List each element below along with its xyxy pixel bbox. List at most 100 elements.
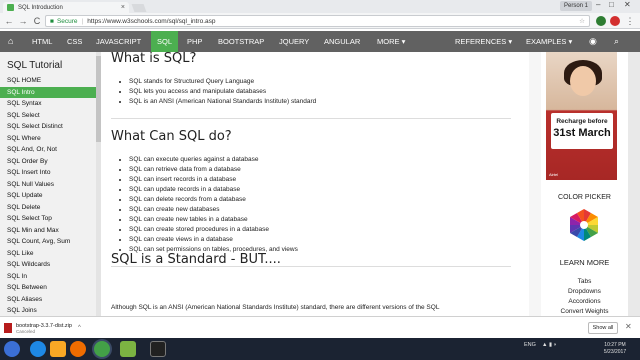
list-item: SQL can create new databases — [129, 205, 298, 215]
home-icon[interactable]: ⌂ — [2, 31, 19, 52]
sidebar-item[interactable]: SQL Select Distinct — [0, 121, 96, 133]
cmd-icon[interactable] — [150, 341, 166, 357]
close-shelf-icon[interactable]: ✕ — [625, 322, 632, 331]
forward-icon[interactable]: → — [17, 15, 29, 27]
show-all-button[interactable]: Show all — [588, 322, 618, 334]
nav-jquery[interactable]: JQUERY — [273, 31, 315, 52]
sidebar-item[interactable]: SQL Update — [0, 190, 96, 202]
file-explorer-icon[interactable] — [50, 341, 66, 357]
download-status: Canceled — [16, 328, 36, 334]
nav-sql[interactable]: SQL — [151, 31, 179, 52]
sidebar-item[interactable]: SQL Count, Avg, Sum — [0, 236, 96, 248]
download-item[interactable]: bootstrap-3.3.7-dist.zip Canceled ^ — [4, 319, 104, 337]
language-indicator[interactable]: ENG — [524, 342, 536, 348]
browser-tab[interactable]: SQL Introduction × — [3, 2, 129, 13]
clock[interactable]: 10:27 PM 5/23/2017 — [598, 342, 632, 356]
back-icon[interactable]: ← — [3, 15, 15, 27]
sidebar-item[interactable]: SQL Null Values — [0, 179, 96, 191]
top-navigation: ⌂ HTML CSS JAVASCRIPT SQL PHP BOOTSTRAP … — [0, 31, 640, 52]
sidebar-item[interactable]: SQL In — [0, 271, 96, 283]
browser-toolbar: ← → C ■ Secure | https://www.w3schools.c… — [0, 13, 640, 29]
sidebar-item[interactable]: SQL HOME — [0, 75, 96, 87]
globe-icon[interactable]: ◉ — [583, 31, 603, 52]
opera-extension-icon[interactable] — [610, 16, 620, 26]
w3schools-favicon-icon — [7, 4, 14, 11]
sidebar-item[interactable]: SQL Syntax — [0, 98, 96, 110]
list-item: SQL can execute queries against a databa… — [129, 155, 298, 165]
sidebar-item-active[interactable]: SQL Intro — [0, 86, 96, 98]
maximize-icon[interactable]: □ — [609, 0, 614, 9]
list-item: SQL lets you access and manipulate datab… — [129, 87, 316, 97]
tab-title: SQL Introduction — [18, 4, 63, 11]
tray-icons[interactable]: ▲ ▮ ◗ — [542, 342, 557, 348]
page-scrollbar[interactable] — [628, 52, 640, 316]
heading-what-can-sql-do: What Can SQL do? — [111, 129, 232, 144]
nav-angular[interactable]: ANGULAR — [318, 31, 366, 52]
nav-more[interactable]: MORE ▾ — [371, 31, 411, 52]
color-picker-icon[interactable] — [566, 207, 602, 243]
extension-icon[interactable] — [596, 16, 606, 26]
list-item: SQL can retrieve data from a database — [129, 165, 298, 175]
sidebar-item[interactable]: SQL Min and Max — [0, 225, 96, 237]
advertisement[interactable]: Recharge before 31st March Airtel — [546, 52, 617, 180]
clock-date: 5/23/2017 — [603, 349, 627, 355]
chevron-up-icon[interactable]: ^ — [78, 325, 81, 331]
taskbar: ENG ▲ ▮ ◗ 10:27 PM 5/23/2017 — [0, 338, 640, 360]
sidebar-item[interactable]: SQL Wildcards — [0, 259, 96, 271]
nav-php[interactable]: PHP — [181, 31, 208, 52]
nav-html[interactable]: HTML — [26, 31, 58, 52]
url-text[interactable]: https://www.w3schools.com/sql/sql_intro.… — [87, 18, 579, 25]
search-icon[interactable]: ⌕ — [608, 31, 625, 52]
list-item: SQL can create new tables in a database — [129, 215, 298, 225]
menu-icon[interactable]: ⋮ — [624, 15, 636, 27]
nav-examples[interactable]: EXAMPLES ▾ — [520, 31, 578, 52]
sidebar: SQL Tutorial SQL HOME SQL Intro SQL Synt… — [0, 52, 96, 316]
sidebar-item[interactable]: SQL Select Top — [0, 213, 96, 225]
learn-more-heading: LEARN MORE — [559, 258, 610, 267]
nav-references[interactable]: REFERENCES ▾ — [449, 31, 518, 52]
sidebar-item[interactable]: SQL Aliases — [0, 294, 96, 306]
tab-close-icon[interactable]: × — [121, 4, 125, 11]
list-item: SQL can delete records from a database — [129, 195, 298, 205]
firefox-icon[interactable] — [70, 341, 86, 357]
learn-more-link[interactable]: Convert Weights — [541, 308, 628, 315]
nav-css[interactable]: CSS — [61, 31, 88, 52]
heading-sql-standard: SQL is a Standard - BUT.... — [111, 252, 281, 267]
ad-headline: Recharge before — [556, 118, 608, 125]
sidebar-item[interactable]: SQL Between — [0, 282, 96, 294]
learn-more-link[interactable]: Dropdowns — [541, 288, 628, 295]
sidebar-scrollbar-thumb[interactable] — [96, 56, 101, 142]
close-window-icon[interactable]: ✕ — [624, 0, 631, 9]
sidebar-item[interactable]: SQL Like — [0, 248, 96, 260]
reload-icon[interactable]: C — [31, 15, 43, 27]
sidebar-item[interactable]: SQL Order By — [0, 156, 96, 168]
learn-more-link[interactable]: Accordions — [541, 298, 628, 305]
ie-icon[interactable] — [30, 341, 46, 357]
learn-more-link[interactable]: Tabs — [541, 278, 628, 285]
clock-time: 10:27 PM — [604, 342, 626, 348]
new-tab-button[interactable] — [131, 4, 147, 12]
list-item: SQL can update records in a database — [129, 185, 298, 195]
download-shelf: bootstrap-3.3.7-dist.zip Canceled ^ Show… — [0, 316, 640, 338]
minimize-icon[interactable]: – — [596, 0, 600, 9]
profile-button[interactable]: Person 1 — [560, 1, 593, 11]
sidebar-item[interactable]: SQL Delete — [0, 202, 96, 214]
nav-bootstrap[interactable]: BOOTSTRAP — [212, 31, 270, 52]
address-bar[interactable]: ■ Secure | https://www.w3schools.com/sql… — [45, 15, 590, 27]
bookmark-star-icon[interactable]: ☆ — [579, 17, 585, 25]
list-item: SQL can insert records in a database — [129, 175, 298, 185]
sidebar-item[interactable]: SQL Select — [0, 110, 96, 122]
standard-paragraph: Although SQL is an ANSI (American Nation… — [111, 304, 440, 311]
start-button-icon[interactable] — [4, 341, 20, 357]
sidebar-scrollbar[interactable] — [96, 52, 101, 316]
sidebar-item[interactable]: SQL And, Or, Not — [0, 144, 96, 156]
nav-javascript[interactable]: JAVASCRIPT — [90, 31, 147, 52]
sidebar-item[interactable]: SQL Where — [0, 133, 96, 145]
list-item: SQL is an ANSI (American National Standa… — [129, 97, 316, 107]
color-picker-heading[interactable]: COLOR PICKER — [541, 194, 628, 201]
ad-photo-face — [570, 66, 596, 96]
app-icon[interactable] — [120, 341, 136, 357]
sidebar-item[interactable]: SQL Insert Into — [0, 167, 96, 179]
sidebar-item[interactable]: SQL Joins — [0, 305, 96, 316]
chrome-icon[interactable] — [94, 341, 110, 357]
